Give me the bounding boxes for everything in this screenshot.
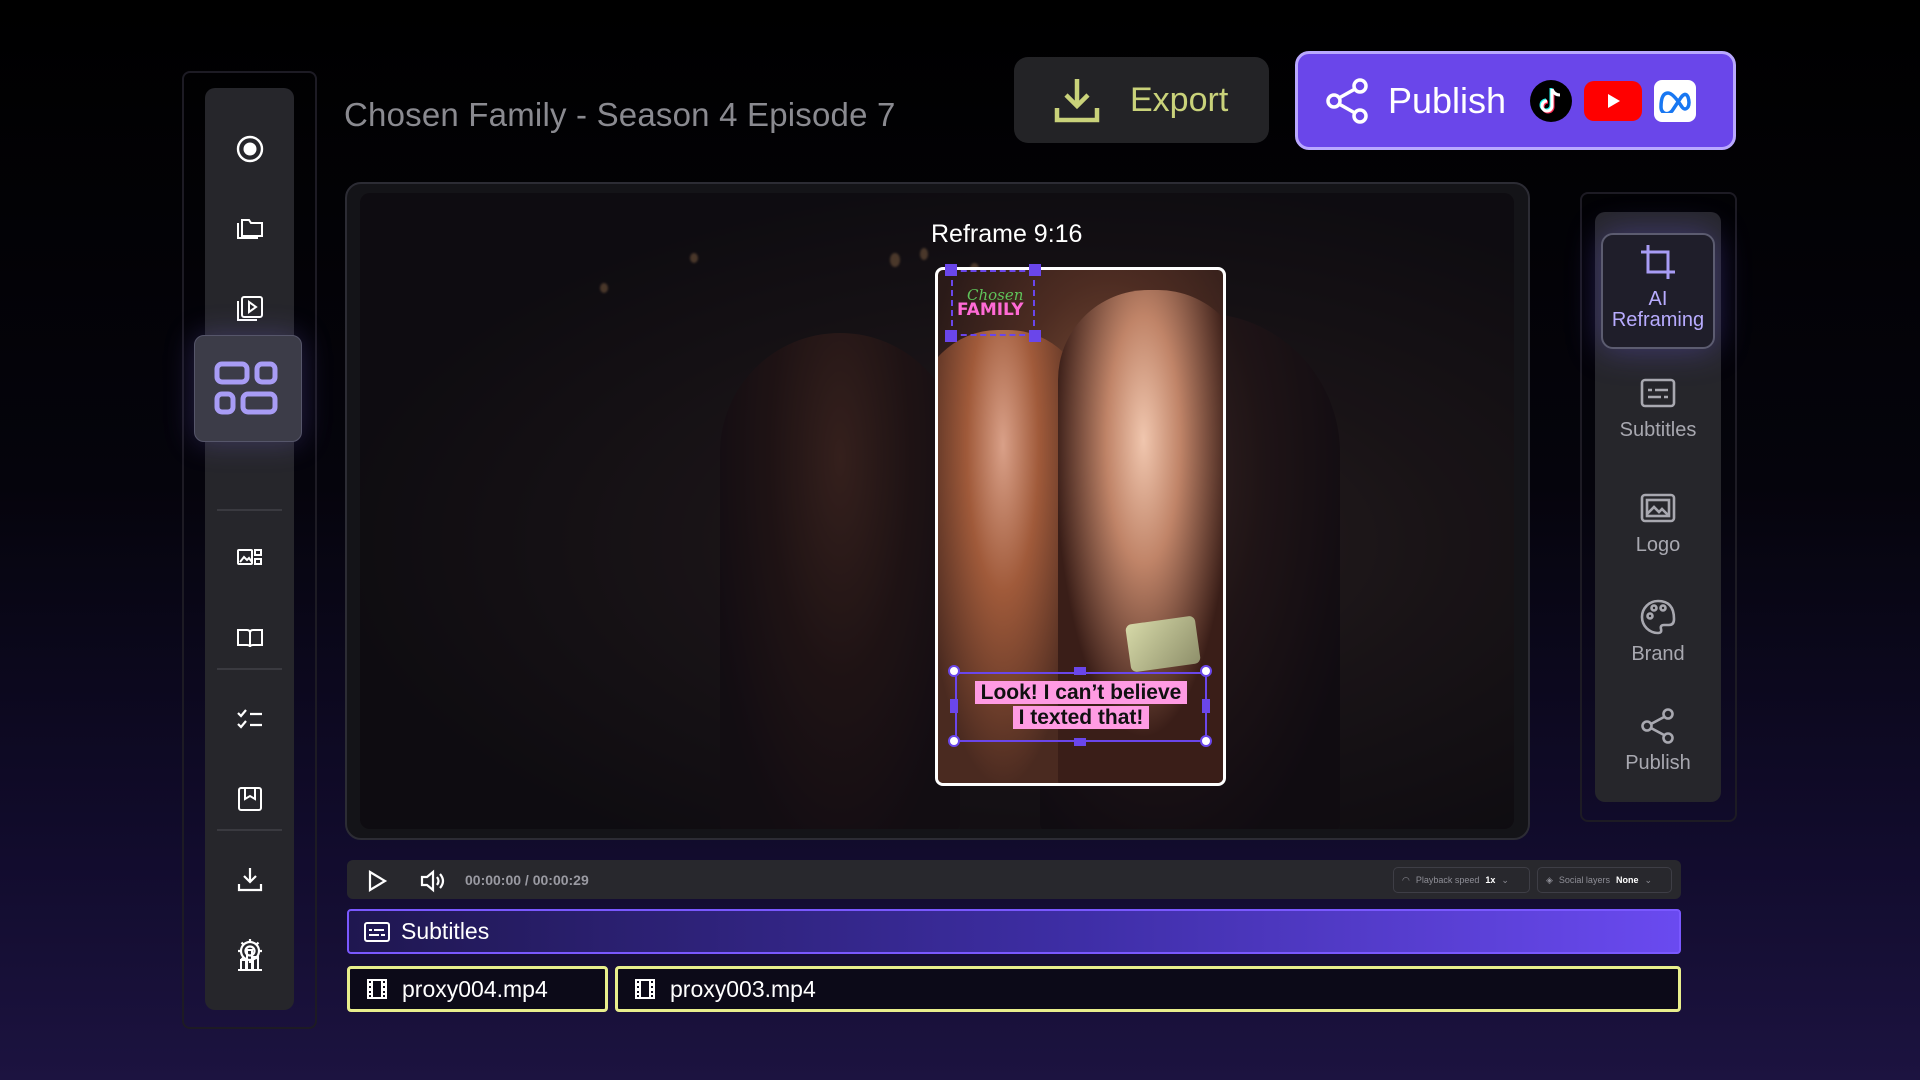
clip-label: proxy004.mp4 xyxy=(402,975,548,1002)
sidebar-divider xyxy=(217,509,282,511)
subtitles-track-label: Subtitles xyxy=(401,918,490,944)
settings-icon[interactable] xyxy=(205,921,294,981)
resize-handle[interactable] xyxy=(945,264,957,276)
film-icon xyxy=(635,979,655,999)
download-icon[interactable] xyxy=(205,849,294,909)
youtube-icon[interactable] xyxy=(1584,80,1643,121)
sidebar-divider xyxy=(217,668,282,670)
publish-label: Publish xyxy=(1388,79,1507,121)
resize-handle[interactable] xyxy=(948,735,960,747)
subtitle-overlay-text: Look! I can’t believe I texted that! xyxy=(969,680,1193,730)
subtitles-icon xyxy=(364,921,390,942)
tool-label: Logo xyxy=(1635,534,1681,556)
resize-handle[interactable] xyxy=(1200,665,1212,677)
resize-handle[interactable] xyxy=(1029,264,1041,276)
crop-icon xyxy=(1641,245,1675,279)
export-button[interactable]: Export xyxy=(1014,57,1269,143)
resize-handle[interactable] xyxy=(950,699,958,713)
tool-label: AI Reframing xyxy=(1611,288,1705,331)
logo-image-icon xyxy=(1640,493,1676,523)
tool-ai-reframing[interactable]: AI Reframing xyxy=(1600,243,1716,331)
tiktok-icon[interactable] xyxy=(1530,79,1573,122)
subtitles-icon xyxy=(1640,378,1676,408)
resize-handle[interactable] xyxy=(1202,699,1210,713)
meta-icon[interactable] xyxy=(1654,79,1697,122)
resize-handle[interactable] xyxy=(945,330,957,342)
tool-brand[interactable]: Brand xyxy=(1600,598,1716,665)
share-icon xyxy=(1326,77,1368,124)
book-icon[interactable] xyxy=(205,608,294,668)
tool-label: Brand xyxy=(1631,643,1685,665)
chevron-down-icon: ⌄ xyxy=(1501,874,1509,885)
subtitle-line2: I texted that! xyxy=(1012,706,1150,729)
tool-label: Subtitles xyxy=(1619,419,1697,441)
tool-publish[interactable]: Publish xyxy=(1600,707,1716,774)
palette-icon xyxy=(1640,599,1676,635)
sidebar xyxy=(205,88,294,1010)
folder-icon[interactable] xyxy=(205,199,294,259)
share-icon xyxy=(1641,708,1674,744)
subtitle-line1: Look! I can’t believe xyxy=(974,681,1188,704)
resize-handle[interactable] xyxy=(1074,738,1086,746)
templates-icon[interactable] xyxy=(194,335,302,442)
gallery-icon[interactable] xyxy=(205,528,294,588)
volume-icon[interactable] xyxy=(419,869,447,893)
play-icon[interactable] xyxy=(365,869,389,893)
logo-text-line2: FAMILY xyxy=(957,300,1024,320)
resize-handle[interactable] xyxy=(1074,667,1086,675)
subtitles-track[interactable]: Subtitles xyxy=(347,909,1681,954)
page-title: Chosen Family - Season 4 Episode 7 xyxy=(344,96,896,133)
social-layers-select[interactable]: ◈ Social layers None ⌄ xyxy=(1537,867,1672,893)
tool-label: Publish xyxy=(1625,752,1691,774)
chevron-down-icon: ⌄ xyxy=(1644,874,1652,885)
bookmark-icon[interactable] xyxy=(205,769,294,829)
export-label: Export xyxy=(1130,80,1229,119)
playback-speed-value: 1x xyxy=(1485,875,1496,885)
speedometer-icon: ◠ xyxy=(1402,874,1410,885)
social-layers-label: Social layers xyxy=(1558,875,1610,885)
resize-handle[interactable] xyxy=(948,665,960,677)
tool-subtitles[interactable]: Subtitles xyxy=(1600,374,1716,441)
film-icon xyxy=(367,979,387,999)
playback-time: 00:00:00 / 00:00:29 xyxy=(465,872,589,888)
resize-handle[interactable] xyxy=(1029,330,1041,342)
playback-bar: 00:00:00 / 00:00:29 ◠ Playback speed 1x … xyxy=(347,860,1681,899)
social-layers-value: None xyxy=(1615,875,1639,885)
phone-image xyxy=(1125,615,1201,673)
record-icon[interactable] xyxy=(205,119,294,179)
download-icon xyxy=(1054,79,1100,123)
checklist-icon[interactable] xyxy=(205,688,294,748)
clip-proxy004[interactable]: proxy004.mp4 xyxy=(347,966,608,1012)
publish-button[interactable]: Publish xyxy=(1295,51,1736,150)
clip-label: proxy003.mp4 xyxy=(670,975,816,1002)
reframe-label: Reframe 9:16 xyxy=(931,220,1083,248)
playback-speed-label: Playback speed xyxy=(1415,875,1480,885)
media-library-icon[interactable] xyxy=(205,278,294,338)
playback-speed-select[interactable]: ◠ Playback speed 1x ⌄ xyxy=(1393,867,1530,893)
clip-proxy003[interactable]: proxy003.mp4 xyxy=(615,966,1681,1012)
sidebar-divider xyxy=(217,829,282,831)
resize-handle[interactable] xyxy=(1200,735,1212,747)
tool-logo[interactable]: Logo xyxy=(1600,489,1716,556)
layers-icon: ◈ xyxy=(1546,874,1553,885)
